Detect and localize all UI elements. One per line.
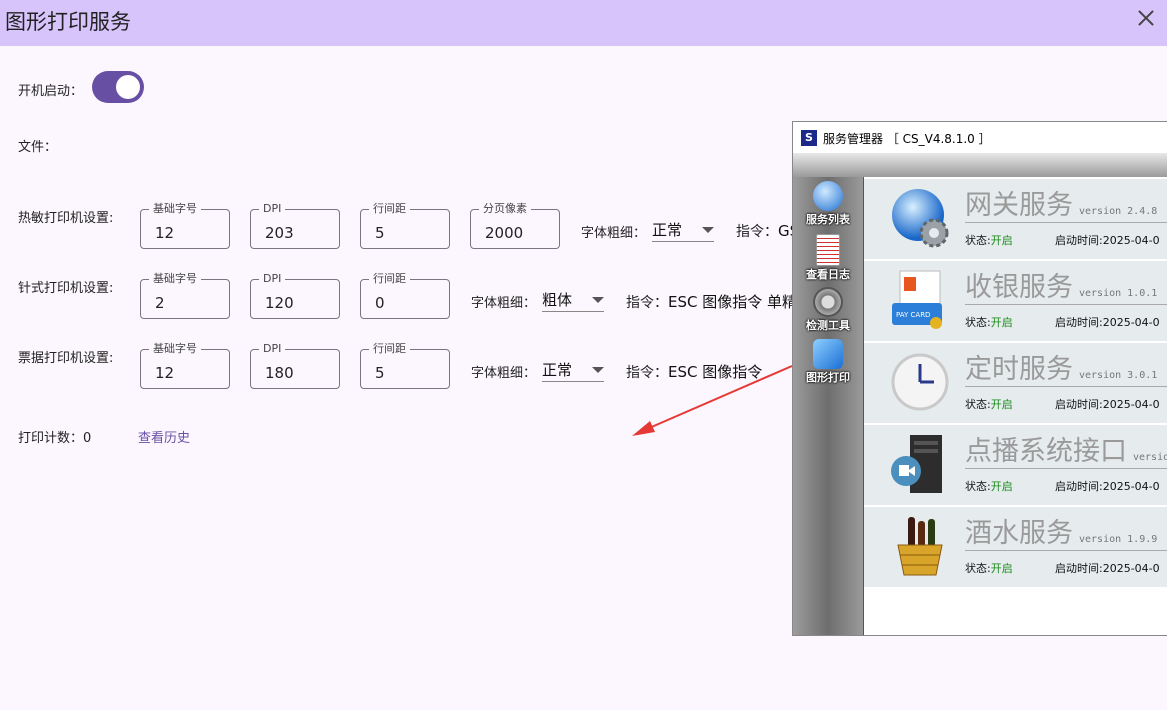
arrow-shaft bbox=[639, 365, 793, 433]
arrow-head bbox=[632, 421, 655, 436]
annotation-arrow bbox=[632, 365, 793, 436]
